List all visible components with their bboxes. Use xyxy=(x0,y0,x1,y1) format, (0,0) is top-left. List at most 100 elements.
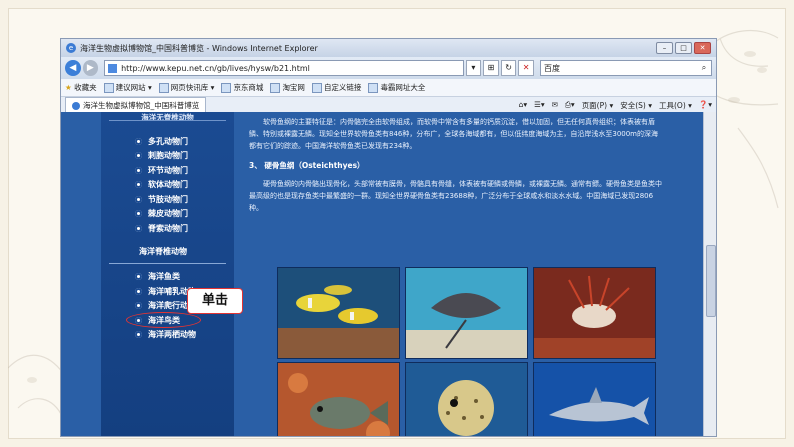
search-icon[interactable]: ⌕ xyxy=(697,63,711,73)
stop-button[interactable]: ✕ xyxy=(518,60,534,76)
vertical-scrollbar[interactable] xyxy=(703,112,716,436)
ie-logo-icon: e xyxy=(66,43,76,53)
section-title: 3、 硬骨鱼纲（Osteichthyes） xyxy=(249,161,365,170)
fav-item-webslice[interactable]: 网页快讯库 ▾ xyxy=(158,82,215,93)
article-paragraph: 软骨鱼纲的主要特征是：内骨骼完全由软骨组成，而软骨中常含有多量的钙质沉淀，借以加… xyxy=(249,118,658,150)
feeds-button[interactable]: ☰▾ xyxy=(534,100,545,111)
maximize-button[interactable]: □ xyxy=(675,42,692,54)
fav-item-jd[interactable]: 京东商城 xyxy=(221,82,263,93)
sidebar-item-marine-fish[interactable]: 海洋鱼类 xyxy=(101,270,234,285)
link-icon xyxy=(270,83,281,93)
search-field[interactable]: 百度 ⌕ xyxy=(539,60,712,76)
sidebar-item-cnidaria[interactable]: 刺胞动物门 xyxy=(101,149,234,164)
print-button[interactable]: ⎙▾ xyxy=(565,100,575,111)
bullet-icon xyxy=(135,137,142,145)
fav-label: 网页快讯库 ▾ xyxy=(170,83,215,92)
fav-item-taobao[interactable]: 淘宝网 xyxy=(270,82,305,93)
link-icon xyxy=(368,83,379,93)
fav-label: 毒霸网址大全 xyxy=(380,83,426,92)
tools-menu[interactable]: 工具(O) ▾ xyxy=(659,100,692,111)
help-menu[interactable]: ❓▾ xyxy=(699,100,712,111)
sidebar-item-mollusca[interactable]: 软体动物门 xyxy=(101,178,234,193)
page-icon xyxy=(108,63,118,73)
bullet-icon xyxy=(135,302,142,310)
url-field[interactable]: http://www.kepu.net.cn/gb/lives/hysw/b21… xyxy=(104,60,464,76)
sidebar-item-label: 环节动物门 xyxy=(148,165,188,175)
photo-yellow-fish-school[interactable] xyxy=(277,267,400,359)
safety-menu[interactable]: 安全(S) ▾ xyxy=(620,100,652,111)
bullet-icon xyxy=(135,152,142,160)
sidebar-heading-vertebrates: 海洋脊椎动物 xyxy=(139,246,187,256)
fav-label: 京东商城 xyxy=(233,83,264,92)
fav-label: 建议网站 ▾ xyxy=(115,83,152,92)
address-bar: ◀ ▶ http://www.kepu.net.cn/gb/lives/hysw… xyxy=(61,57,716,79)
sidebar-item-porifera[interactable]: 多孔动物门 xyxy=(101,134,234,149)
sidebar-item-marine-amphibians[interactable]: 海洋两栖动物 xyxy=(101,328,234,343)
page-menu[interactable]: 页面(P) ▾ xyxy=(582,100,614,111)
sidebar-item-arthropoda[interactable]: 节肢动物门 xyxy=(101,192,234,207)
link-icon xyxy=(221,83,232,93)
compat-view-button[interactable]: ⊞ xyxy=(483,60,499,76)
bullet-icon xyxy=(135,166,142,174)
sidebar-item-annelida[interactable]: 环节动物门 xyxy=(101,163,234,178)
highlight-circle xyxy=(126,312,201,328)
article-body: 软骨鱼纲的主要特征是：内骨骼完全由软骨组成，而软骨中常含有多量的钙质沉淀，借以加… xyxy=(249,116,664,222)
forward-button[interactable]: ▶ xyxy=(82,60,99,76)
link-icon xyxy=(103,83,114,93)
dropdown-arrow-icon[interactable]: ▾ xyxy=(465,60,482,76)
minimize-button[interactable]: – xyxy=(656,42,673,54)
fav-item-suggested[interactable]: 建议网站 ▾ xyxy=(103,82,152,93)
tab-label: 海洋生物虚拟博物馆_中国科普博览 xyxy=(83,101,200,110)
back-button[interactable]: ◀ xyxy=(65,60,81,76)
sidebar-item-chordata[interactable]: 脊索动物门 xyxy=(101,221,234,236)
photo-stingray[interactable] xyxy=(405,267,528,359)
refresh-button[interactable]: ↻ xyxy=(500,60,517,76)
sidebar-item-label: 脊索动物门 xyxy=(148,223,188,233)
title-bar: e 海洋生物虚拟博物馆_中国科普博览 - Windows Internet Ex… xyxy=(61,39,716,57)
photo-pufferfish[interactable] xyxy=(405,362,528,436)
sidebar-item-label: 多孔动物门 xyxy=(148,136,188,146)
favorites-label: 收藏夹 xyxy=(74,83,97,92)
sidebar-item-label: 节肢动物门 xyxy=(148,194,188,204)
sidebar-heading-invertebrates: 海洋无脊椎动物 xyxy=(109,112,226,121)
bullet-icon xyxy=(135,331,142,339)
search-engine-label: 百度 xyxy=(543,63,560,73)
bullet-icon xyxy=(135,195,142,203)
bullet-icon xyxy=(135,273,142,281)
sidebar-item-label: 刺胞动物门 xyxy=(148,151,188,161)
photo-grouper-on-coral[interactable] xyxy=(277,362,400,436)
sidebar: 海洋无脊椎动物 多孔动物门 刺胞动物门 环节动物门 软体动物门 节肢动物门 棘皮… xyxy=(101,112,234,436)
sidebar-item-label: 海洋两栖动物 xyxy=(148,330,196,340)
click-callout: 单击 xyxy=(187,288,243,314)
url-text: http://www.kepu.net.cn/gb/lives/hysw/b21… xyxy=(121,63,310,73)
bullet-icon xyxy=(135,224,142,232)
fav-item-custom[interactable]: 自定义链接 xyxy=(311,82,362,93)
fav-item-duba[interactable]: 毒霸网址大全 xyxy=(368,82,425,93)
sidebar-divider xyxy=(109,262,226,264)
scrollbar-thumb[interactable] xyxy=(706,245,716,317)
browser-window: e 海洋生物虚拟博物馆_中国科普博览 - Windows Internet Ex… xyxy=(60,38,717,437)
tab-current[interactable]: 海洋生物虚拟博物馆_中国科普博览 xyxy=(65,97,207,113)
photo-lionfish[interactable] xyxy=(533,267,656,359)
home-button[interactable]: ⌂▾ xyxy=(519,100,528,111)
sidebar-item-label: 软体动物门 xyxy=(148,180,188,190)
link-icon xyxy=(158,83,169,93)
fav-label: 自定义链接 xyxy=(323,83,362,92)
link-icon xyxy=(311,83,322,93)
star-icon: ★ xyxy=(65,83,72,92)
mail-button[interactable]: ✉ xyxy=(552,100,558,111)
bullet-icon xyxy=(135,210,142,218)
fav-label: 淘宝网 xyxy=(282,83,305,92)
sidebar-item-label: 海洋鱼类 xyxy=(148,272,180,282)
sidebar-item-echinodermata[interactable]: 棘皮动物门 xyxy=(101,207,234,222)
close-button[interactable]: ✕ xyxy=(694,42,711,54)
bullet-icon xyxy=(135,181,142,189)
sidebar-item-label: 棘皮动物门 xyxy=(148,209,188,219)
photo-shark[interactable] xyxy=(533,362,656,436)
article-paragraph: 硬骨鱼纲的内骨骼出现骨化，头部常被有膜骨，骨骼具有骨缝，体表被有硬鳞或骨鳞，或裸… xyxy=(249,180,662,212)
window-title: 海洋生物虚拟博物馆_中国科普博览 - Windows Internet Expl… xyxy=(80,43,318,53)
bullet-icon xyxy=(135,287,142,295)
web-content: 海洋无脊椎动物 多孔动物门 刺胞动物门 环节动物门 软体动物门 节肢动物门 棘皮… xyxy=(61,112,704,436)
favorites-button[interactable]: ★ 收藏夹 xyxy=(65,82,97,93)
favorites-bar: ★ 收藏夹 建议网站 ▾ 网页快讯库 ▾ 京东商城 淘宝网 自定义链接 毒霸网址… xyxy=(61,79,716,97)
